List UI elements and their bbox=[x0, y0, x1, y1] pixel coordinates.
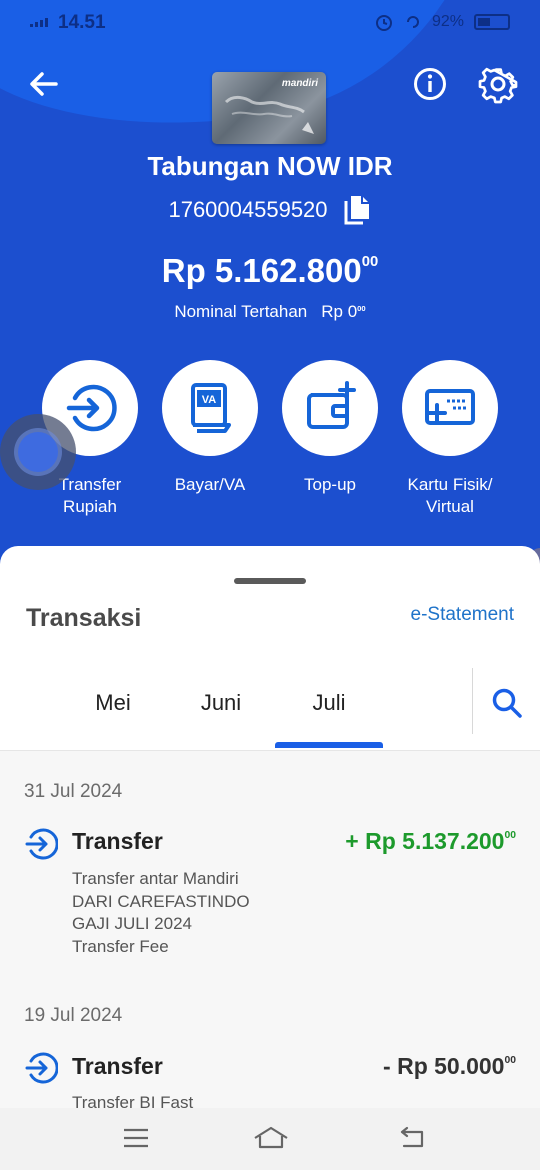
action-label: Kartu Fisik/ Virtual bbox=[407, 475, 493, 516]
transactions-sheet: Transaksi e-Statement Mei Juni Juli 31 J… bbox=[0, 546, 540, 1116]
held-label: Nominal Tertahan bbox=[174, 302, 308, 321]
amount-main: + Rp 5.137.200 bbox=[345, 828, 505, 854]
account-number: 1760004559520 bbox=[168, 197, 328, 222]
balance-main: Rp 5.162.800 bbox=[161, 252, 362, 289]
account-header: 14.51 92% mandiri Tabungan NOW IDR 17600… bbox=[0, 0, 540, 580]
balance-decimals: 00 bbox=[361, 254, 379, 270]
held-amount: Rp 0 bbox=[321, 302, 358, 321]
status-bar: 14.51 92% bbox=[0, 0, 540, 44]
charging-icon bbox=[406, 16, 419, 28]
menu-icon[interactable] bbox=[120, 1124, 152, 1152]
home-icon[interactable] bbox=[252, 1124, 290, 1152]
detail-line: DARI CAREFASTINDO bbox=[72, 891, 250, 911]
date-header: 31 Jul 2024 bbox=[24, 781, 123, 802]
wallet-plus-icon bbox=[307, 381, 356, 429]
transfer-icon bbox=[25, 828, 58, 860]
status-time: 14.51 bbox=[58, 12, 106, 33]
arrow-left-icon[interactable] bbox=[26, 66, 62, 102]
account-name: Tabungan NOW IDR bbox=[147, 151, 393, 181]
transaction-title[interactable]: Transfer bbox=[72, 1053, 163, 1080]
amount-decimals: 00 bbox=[504, 1055, 516, 1066]
card-add-icon bbox=[425, 389, 475, 425]
back-icon[interactable] bbox=[396, 1124, 428, 1152]
action-label: Bayar/VA bbox=[174, 475, 246, 494]
transfer-icon bbox=[25, 1052, 58, 1084]
transaction-details: Transfer antar Mandiri DARI CAREFASTINDO… bbox=[72, 868, 250, 958]
card-image: mandiri bbox=[212, 72, 326, 144]
info-icon[interactable] bbox=[412, 66, 448, 102]
held-decimals: 00 bbox=[357, 304, 366, 313]
transaction-amount: + Rp 5.137.20000 bbox=[345, 828, 516, 855]
system-nav-bar bbox=[0, 1108, 540, 1170]
active-tab-indicator bbox=[275, 742, 383, 748]
action-card-circle[interactable] bbox=[402, 360, 498, 456]
battery-icon bbox=[474, 14, 510, 30]
signal-icon bbox=[30, 18, 48, 27]
copy-icon[interactable] bbox=[342, 194, 372, 226]
action-kartu-fisik-virtual[interactable]: Kartu Fisik/ Virtual bbox=[390, 360, 510, 518]
gear-icon[interactable] bbox=[478, 64, 518, 104]
detail-line: Transfer antar Mandiri bbox=[72, 869, 239, 888]
quick-actions: Transfer Rupiah VA Bayar/VA Top-up Kartu… bbox=[30, 360, 510, 518]
action-label: Top-up bbox=[304, 475, 356, 494]
detail-line: GAJI JULI 2024 bbox=[72, 914, 193, 933]
status-right: 92% bbox=[374, 12, 510, 32]
transactions-title: Transaksi bbox=[26, 604, 142, 632]
date-header: 19 Jul 2024 bbox=[24, 1005, 123, 1026]
tab-juli[interactable]: Juli bbox=[275, 690, 383, 716]
amount-main: - Rp 50.000 bbox=[383, 1053, 505, 1079]
action-topup-circle[interactable] bbox=[282, 360, 378, 456]
card-map-graphic bbox=[224, 95, 314, 134]
tab-divider bbox=[472, 668, 473, 734]
transfer-icon bbox=[66, 384, 117, 432]
battery-percent: 92% bbox=[431, 13, 464, 30]
alarm-icon bbox=[375, 15, 392, 31]
detail-line: Transfer Fee bbox=[72, 936, 169, 956]
amount-decimals: 00 bbox=[504, 830, 516, 841]
action-top-up[interactable]: Top-up bbox=[270, 360, 390, 518]
account-balance: Rp 5.162.80000 bbox=[0, 252, 540, 290]
e-statement-link[interactable]: e-Statement bbox=[411, 604, 515, 626]
account-number-row: 1760004559520 bbox=[0, 194, 540, 226]
drag-handle[interactable] bbox=[234, 578, 306, 584]
transaction-title[interactable]: Transfer bbox=[72, 828, 163, 855]
svg-text:VA: VA bbox=[202, 394, 217, 406]
search-icon[interactable] bbox=[490, 686, 524, 720]
month-tabs: Mei Juni Juli bbox=[0, 666, 540, 750]
tab-mei[interactable]: Mei bbox=[59, 690, 167, 716]
va-bill-icon: VA bbox=[191, 383, 231, 433]
action-bayar-va[interactable]: VA Bayar/VA bbox=[150, 360, 270, 518]
action-va-circle[interactable]: VA bbox=[162, 360, 258, 456]
floating-assistive-button[interactable] bbox=[0, 414, 76, 490]
action-label: Transfer Rupiah bbox=[58, 475, 122, 516]
tab-juni[interactable]: Juni bbox=[167, 690, 275, 716]
held-balance: Nominal Tertahan Rp 000 bbox=[0, 302, 540, 322]
transaction-amount: - Rp 50.00000 bbox=[383, 1053, 516, 1080]
transaction-list: 31 Jul 2024 Transfer + Rp 5.137.20000 Tr… bbox=[0, 751, 540, 1116]
